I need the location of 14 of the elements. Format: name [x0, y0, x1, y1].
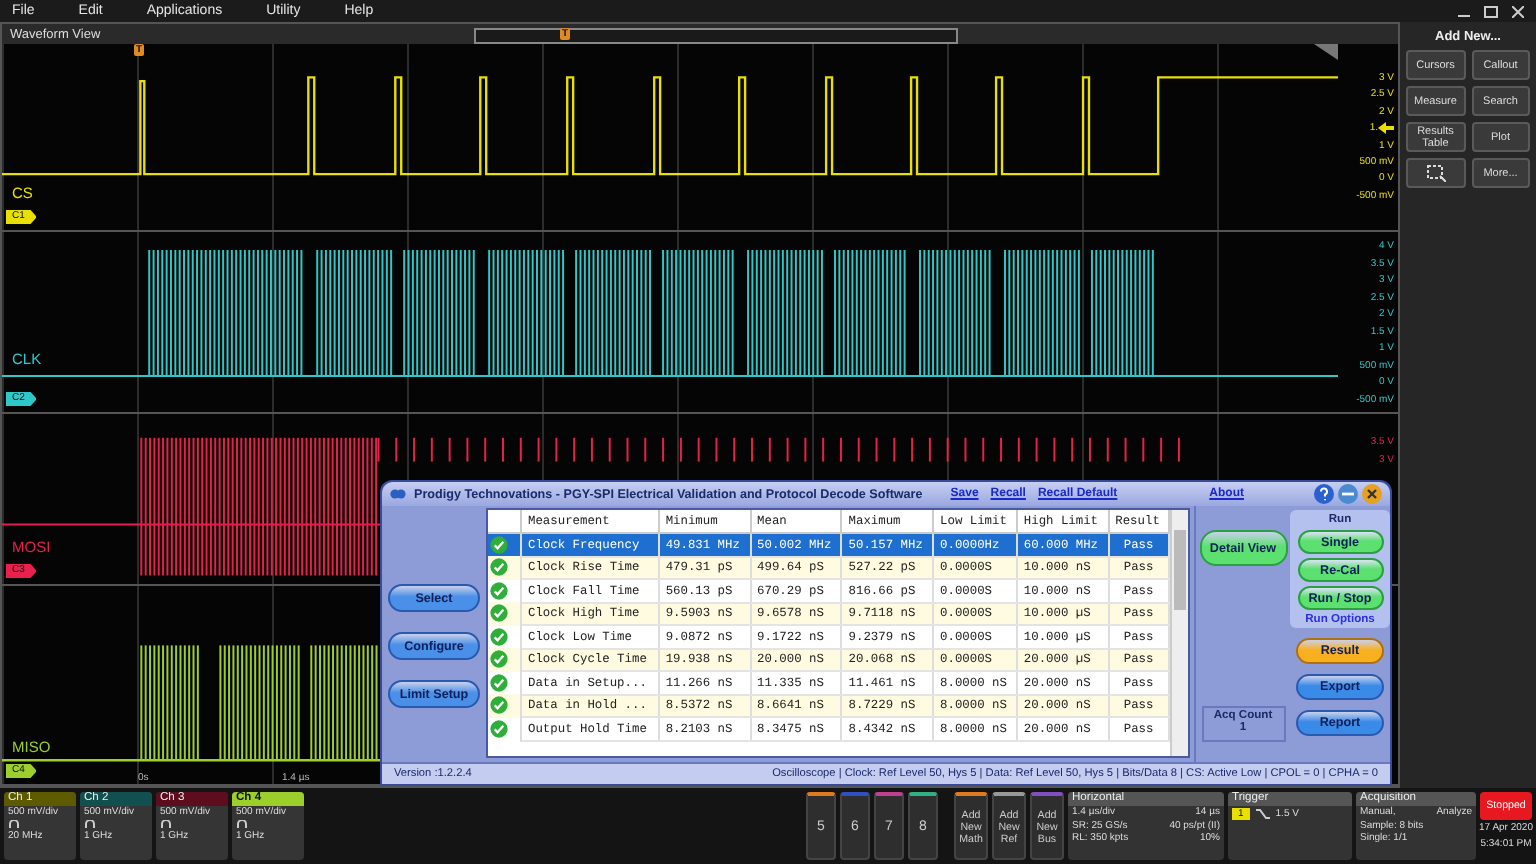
restore-icon[interactable]	[1484, 5, 1498, 17]
level-marker-icon[interactable]	[1378, 122, 1394, 135]
close-icon[interactable]	[1512, 5, 1524, 17]
probe-icon	[8, 819, 20, 829]
close-icon[interactable]	[1362, 484, 1382, 504]
probe-icon	[160, 819, 172, 829]
app-logo-icon	[390, 488, 406, 500]
selection-button[interactable]	[1406, 158, 1465, 188]
probe-icon	[236, 819, 248, 829]
dashed-box-icon	[1425, 164, 1446, 182]
scrollbar[interactable]	[1170, 510, 1188, 756]
probe-icon	[84, 819, 96, 829]
zoom-corner-icon[interactable]	[1314, 44, 1338, 60]
help-icon[interactable]	[1314, 484, 1334, 504]
